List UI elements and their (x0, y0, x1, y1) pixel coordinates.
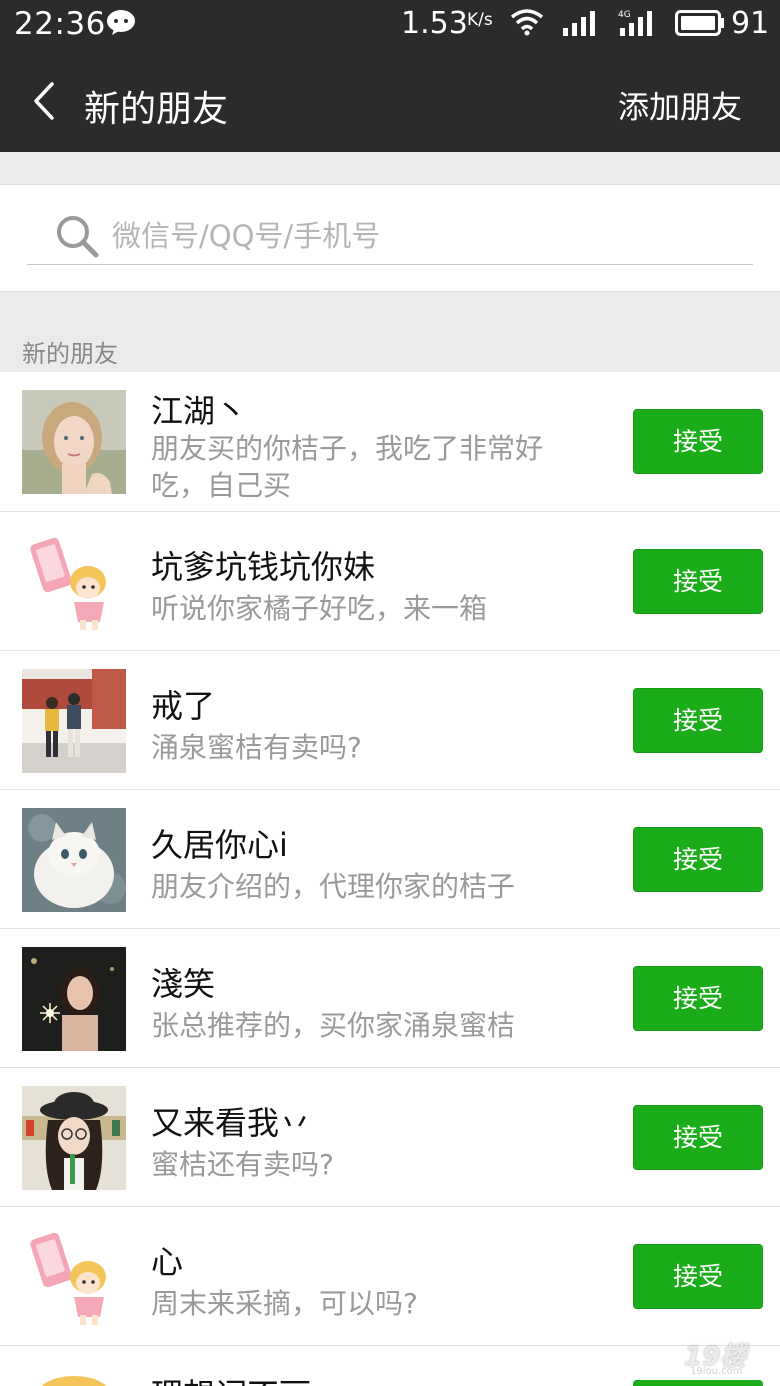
back-arrow-icon[interactable] (26, 78, 66, 124)
friend-request-row[interactable]: 戒了 涌泉蜜桔有卖吗? 接受 (0, 651, 780, 790)
network-speed: 1.53 (401, 6, 468, 41)
watermark: 19楼 19lou.com (684, 1336, 764, 1377)
accept-button[interactable]: 接受 (633, 966, 763, 1031)
request-name: 江湖丶 (151, 392, 248, 430)
avatar (22, 1364, 126, 1386)
accept-button[interactable]: 接受 (633, 1244, 763, 1309)
accept-button[interactable]: 接受 (633, 1105, 763, 1170)
request-name: 坑爹坑钱坑你妹 (151, 548, 376, 586)
add-friend-button[interactable]: 添加朋友 (618, 82, 742, 127)
request-name: 戒了 (151, 687, 216, 725)
request-message: 朋友买的你桔子，我吃了非常好吃，自己买 (151, 432, 544, 502)
svg-text:4G: 4G (618, 10, 631, 20)
request-name: 淺笑 (151, 965, 216, 1003)
status-time: 22:36 (14, 6, 106, 42)
section-header: 新的朋友 (22, 340, 118, 368)
friend-request-row[interactable]: 淺笑 张总推荐的，买你家涌泉蜜桔 接受 (0, 929, 780, 1068)
accept-button[interactable] (633, 1380, 763, 1386)
avatar (22, 808, 126, 912)
search-input[interactable] (112, 213, 732, 259)
avatar (22, 1086, 126, 1190)
search-underline (27, 264, 753, 265)
request-message: 周末来采摘，可以吗? (151, 1287, 418, 1320)
accept-button[interactable]: 接受 (633, 549, 763, 614)
request-name: 心 (151, 1243, 184, 1281)
search-bar (0, 184, 780, 292)
signal-4g-icon: 4G (618, 10, 652, 36)
friend-request-row[interactable]: 心 周末来采摘，可以吗? 接受 (0, 1207, 780, 1346)
avatar (22, 390, 126, 494)
accept-button[interactable]: 接受 (633, 827, 763, 892)
request-name: 又来看我丷 (151, 1104, 312, 1142)
request-message: 蜜桔还有卖吗? (151, 1148, 334, 1181)
accept-button[interactable]: 接受 (633, 688, 763, 753)
signal-icon (563, 11, 595, 36)
battery-icon (675, 10, 724, 36)
search-icon (57, 216, 99, 258)
friend-request-row[interactable]: 江湖丶 朋友买的你桔子，我吃了非常好吃，自己买 接受 (0, 372, 780, 512)
friend-request-row[interactable]: 坑爹坑钱坑你妹 听说你家橘子好吃，来一箱 接受 (0, 512, 780, 651)
title-bar: 新的朋友 添加朋友 (0, 50, 780, 152)
friend-request-row[interactable]: 又来看我丷 蜜桔还有卖吗? 接受 (0, 1068, 780, 1207)
wechat-notification-icon (107, 10, 135, 35)
request-message: 张总推荐的，买你家涌泉蜜桔 (151, 1009, 516, 1042)
battery-level: 91 (731, 6, 770, 41)
accept-button[interactable]: 接受 (633, 409, 763, 474)
avatar (22, 530, 126, 634)
request-message: 听说你家橘子好吃，来一箱 (151, 592, 488, 625)
wifi-icon (510, 9, 544, 36)
request-name: 理想词不丽 (151, 1370, 311, 1386)
status-bar: 22:36 1.53 K/s 4G 91 (0, 0, 780, 50)
request-name: 久居你心i (151, 826, 288, 864)
request-message: 朋友介绍的，代理你家的桔子 (151, 870, 516, 903)
avatar (22, 1225, 126, 1329)
friend-request-row-partial[interactable]: 理想词不丽 (0, 1346, 780, 1386)
friend-request-row[interactable]: 久居你心i 朋友介绍的，代理你家的桔子 接受 (0, 790, 780, 929)
avatar (22, 669, 126, 773)
page-title: 新的朋友 (84, 89, 229, 130)
watermark-url: 19lou.com (690, 1366, 743, 1377)
request-message: 涌泉蜜桔有卖吗? (151, 731, 362, 764)
network-speed-unit: K/s (467, 10, 493, 30)
avatar (22, 947, 126, 1051)
friend-request-list: 江湖丶 朋友买的你桔子，我吃了非常好吃，自己买 接受 坑爹坑钱坑你妹 听说你家橘… (0, 372, 780, 1386)
